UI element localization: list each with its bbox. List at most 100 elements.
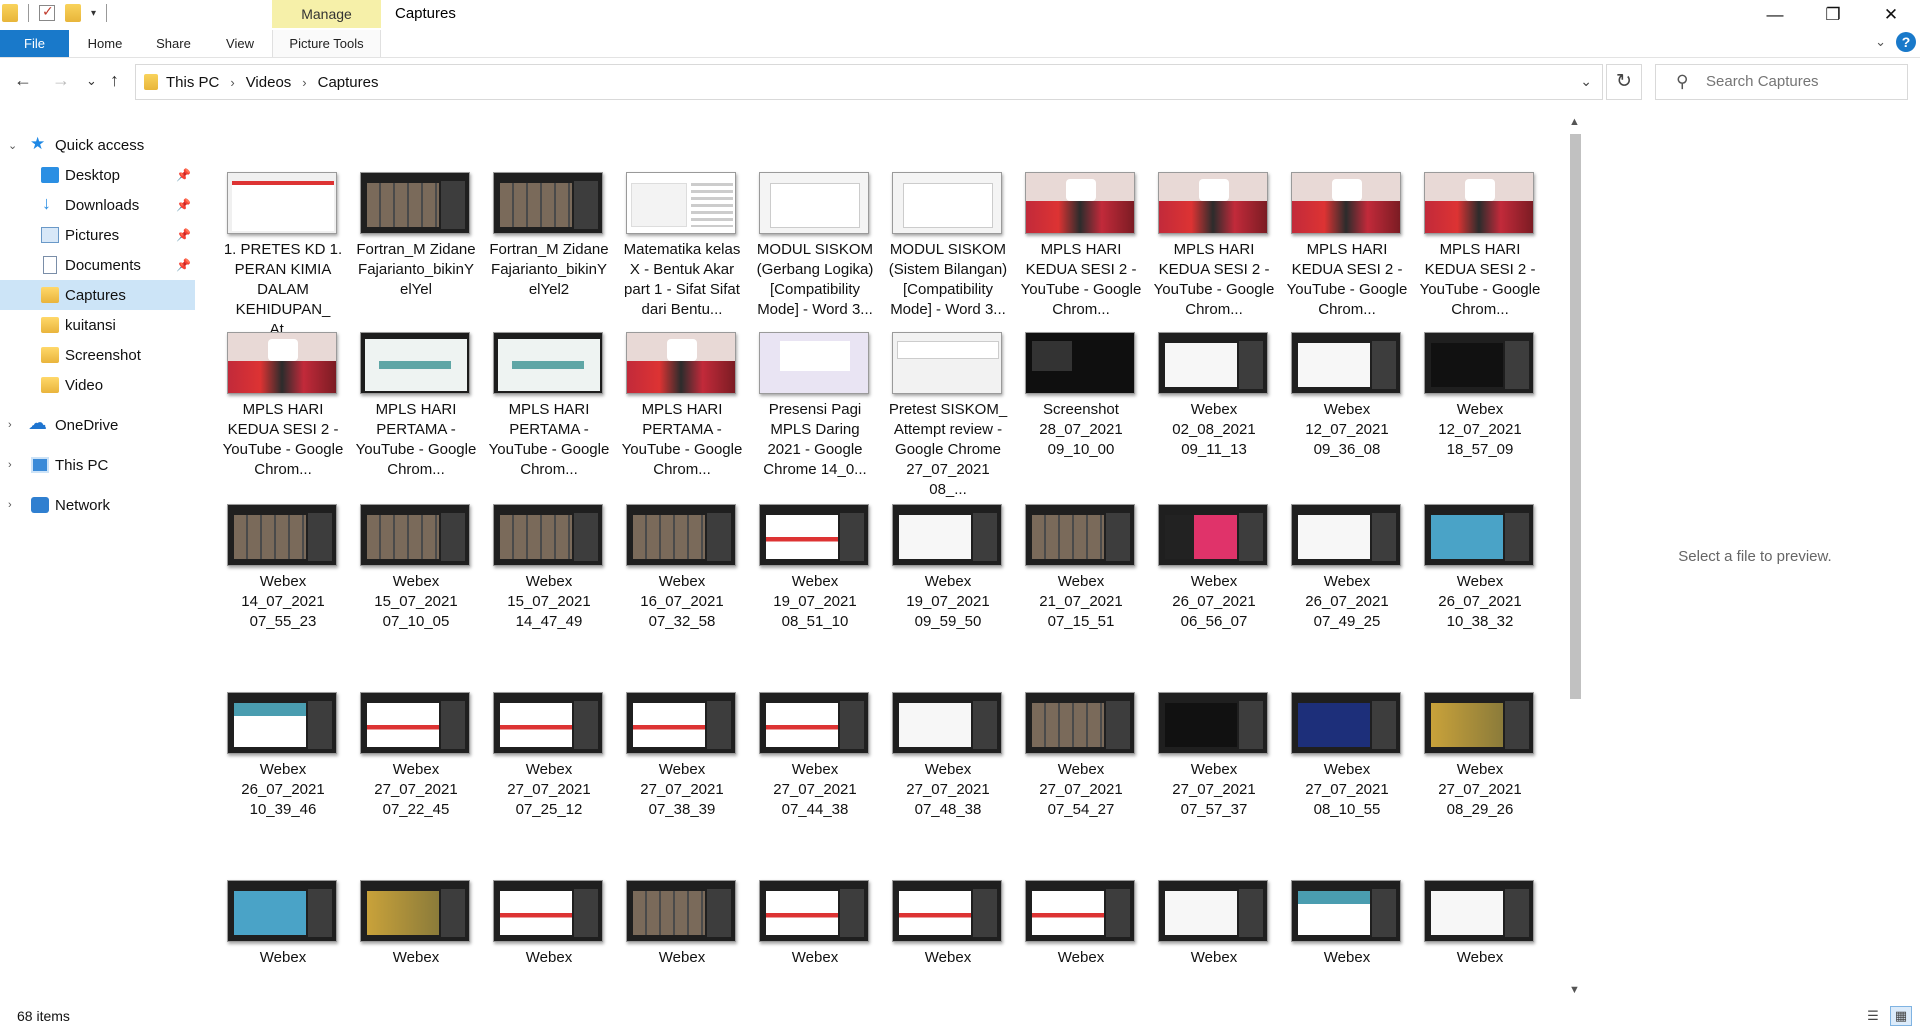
file-item[interactable]: Webex 26_07_2021 07_49_25 — [1286, 504, 1419, 692]
details-view-button[interactable]: ☰ — [1862, 1006, 1884, 1026]
file-thumbnail[interactable] — [360, 332, 470, 394]
file-item[interactable]: Webex 26_07_2021 06_56_07 — [1153, 504, 1286, 692]
chevron-right-icon[interactable]: › — [8, 419, 12, 431]
file-item[interactable]: Webex 12_07_2021 09_36_08 — [1286, 332, 1419, 504]
file-thumbnail[interactable] — [1158, 332, 1268, 394]
file-thumbnail[interactable] — [493, 172, 603, 234]
file-item[interactable]: MPLS HARI KEDUA SESI 2 - YouTube - Googl… — [1153, 172, 1286, 332]
scroll-down-icon[interactable]: ▼ — [1569, 984, 1580, 996]
file-item[interactable]: Fortran_M Zidane Fajarianto_bikinYelYel — [355, 172, 488, 332]
file-item[interactable]: Webex 26_07_2021 10_39_46 — [222, 692, 355, 880]
file-thumbnail[interactable] — [360, 504, 470, 566]
file-thumbnail[interactable] — [227, 692, 337, 754]
tab-share[interactable]: Share — [146, 30, 201, 57]
file-thumbnail[interactable] — [759, 692, 869, 754]
file-item[interactable]: Webex 27_07_2021 07_25_12 — [488, 692, 621, 880]
file-item[interactable]: Screenshot 28_07_2021 09_10_00 — [1020, 332, 1153, 504]
chevron-right-icon[interactable]: › — [302, 75, 306, 90]
chevron-down-icon[interactable]: ⌄ — [8, 139, 17, 152]
file-item[interactable]: Pretest SISKOM_ Attempt review - Google … — [887, 332, 1020, 504]
tab-view[interactable]: View — [216, 30, 264, 57]
nav-downloads[interactable]: ↓ Downloads 📌 — [0, 190, 195, 220]
file-thumbnail[interactable] — [227, 172, 337, 234]
refresh-button[interactable]: ↻ — [1606, 64, 1642, 100]
search-input[interactable] — [1706, 73, 1896, 90]
file-thumbnail[interactable] — [759, 332, 869, 394]
pin-icon[interactable]: 📌 — [176, 228, 191, 242]
nav-screenshot[interactable]: Screenshot — [0, 340, 195, 370]
file-thumbnail[interactable] — [493, 332, 603, 394]
file-item[interactable]: MPLS HARI KEDUA SESI 2 - YouTube - Googl… — [222, 332, 355, 504]
file-item[interactable]: Webex — [355, 880, 488, 966]
file-item[interactable]: Webex — [754, 880, 887, 966]
file-thumbnail[interactable] — [360, 692, 470, 754]
file-thumbnail[interactable] — [1158, 504, 1268, 566]
file-thumbnail[interactable] — [1025, 880, 1135, 942]
file-item[interactable]: Presensi Pagi MPLS Daring 2021 - Google … — [754, 332, 887, 504]
file-item[interactable]: Webex 16_07_2021 07_32_58 — [621, 504, 754, 692]
file-item[interactable]: Webex 27_07_2021 07_57_37 — [1153, 692, 1286, 880]
file-item[interactable]: Webex 27_07_2021 08_10_55 — [1286, 692, 1419, 880]
file-thumbnail[interactable] — [626, 880, 736, 942]
file-item[interactable]: Webex 15_07_2021 07_10_05 — [355, 504, 488, 692]
file-thumbnail[interactable] — [759, 504, 869, 566]
file-thumbnail[interactable] — [1424, 880, 1534, 942]
tab-picture-tools[interactable]: Picture Tools — [272, 30, 381, 57]
file-item[interactable]: Webex 15_07_2021 14_47_49 — [488, 504, 621, 692]
nav-this-pc[interactable]: › This PC — [0, 450, 195, 480]
nav-desktop[interactable]: Desktop 📌 — [0, 160, 195, 190]
file-thumbnail[interactable] — [1424, 504, 1534, 566]
scroll-up-icon[interactable]: ▲ — [1569, 116, 1580, 128]
breadcrumb-this-pc[interactable]: This PC — [166, 74, 219, 91]
minimize-button[interactable]: — — [1746, 0, 1804, 30]
chevron-right-icon[interactable]: › — [8, 459, 12, 471]
file-thumbnail[interactable] — [1291, 172, 1401, 234]
file-item[interactable]: MPLS HARI PERTAMA - YouTube - Google Chr… — [355, 332, 488, 504]
file-thumbnail[interactable] — [1424, 332, 1534, 394]
file-thumbnail[interactable] — [892, 504, 1002, 566]
file-thumbnail[interactable] — [1291, 692, 1401, 754]
file-item[interactable]: Webex 02_08_2021 09_11_13 — [1153, 332, 1286, 504]
tab-file[interactable]: File — [0, 30, 69, 57]
file-thumbnail[interactable] — [1025, 504, 1135, 566]
back-button[interactable]: ← — [14, 70, 32, 91]
file-item[interactable]: Webex — [1419, 880, 1552, 966]
nav-onedrive[interactable]: › ☁ OneDrive — [0, 410, 195, 440]
tab-home[interactable]: Home — [79, 30, 131, 57]
file-item[interactable]: Webex — [222, 880, 355, 966]
nav-quick-access[interactable]: ⌄ ★ Quick access — [0, 130, 195, 160]
file-thumbnail[interactable] — [1025, 332, 1135, 394]
file-thumbnail[interactable] — [1158, 692, 1268, 754]
help-icon[interactable]: ? — [1896, 32, 1916, 52]
file-item[interactable]: MPLS HARI KEDUA SESI 2 - YouTube - Googl… — [1286, 172, 1419, 332]
file-item[interactable]: MPLS HARI PERTAMA - YouTube - Google Chr… — [621, 332, 754, 504]
file-thumbnail[interactable] — [626, 172, 736, 234]
manage-tab[interactable]: Manage — [272, 0, 381, 28]
up-button[interactable]: ↑ — [110, 70, 119, 91]
chevron-right-icon[interactable]: › — [8, 499, 12, 511]
file-thumbnail[interactable] — [493, 504, 603, 566]
nav-documents[interactable]: Documents 📌 — [0, 250, 195, 280]
file-thumbnail[interactable] — [360, 880, 470, 942]
file-item[interactable]: Webex — [621, 880, 754, 966]
address-bar[interactable]: This PC › Videos › Captures ⌄ — [135, 64, 1603, 100]
file-item[interactable]: Webex — [1020, 880, 1153, 966]
file-thumbnail[interactable] — [759, 172, 869, 234]
file-thumbnail[interactable] — [493, 692, 603, 754]
file-thumbnail[interactable] — [892, 172, 1002, 234]
search-box[interactable]: ⚲ — [1655, 64, 1908, 100]
file-thumbnail[interactable] — [626, 692, 736, 754]
file-item[interactable]: MODUL SISKOM (Gerbang Logika) [Compatibi… — [754, 172, 887, 332]
file-item[interactable]: Webex — [488, 880, 621, 966]
forward-button[interactable]: → — [52, 70, 70, 91]
file-thumbnail[interactable] — [892, 692, 1002, 754]
large-icons-view-button[interactable]: ▦ — [1890, 1006, 1912, 1026]
file-item[interactable]: Webex 27_07_2021 07_38_39 — [621, 692, 754, 880]
recent-locations-button[interactable]: ⌄ — [86, 73, 97, 89]
file-thumbnail[interactable] — [759, 880, 869, 942]
file-item[interactable]: Webex 27_07_2021 07_44_38 — [754, 692, 887, 880]
pin-icon[interactable]: 📌 — [176, 258, 191, 272]
pin-icon[interactable]: 📌 — [176, 198, 191, 212]
nav-network[interactable]: › Network — [0, 490, 195, 520]
file-item[interactable]: MPLS HARI PERTAMA - YouTube - Google Chr… — [488, 332, 621, 504]
